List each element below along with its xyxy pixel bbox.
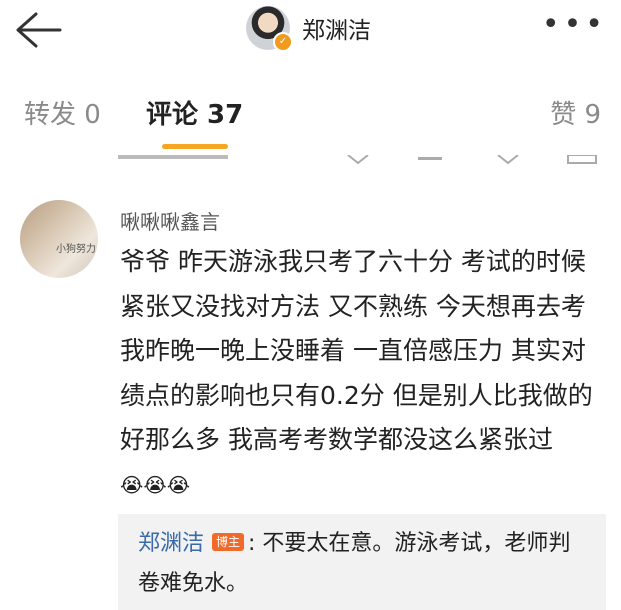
commenter-avatar[interactable]: 小狗努力 xyxy=(20,200,98,278)
top-bar: ✓ 郑渊洁 ••• xyxy=(0,0,621,66)
avatar[interactable]: ✓ xyxy=(246,6,293,52)
page-title: 郑渊洁 xyxy=(302,18,371,44)
reply-author-name[interactable]: 郑渊洁 xyxy=(138,531,204,556)
cutoff-icons xyxy=(118,154,597,164)
more-horizontal-icon[interactable]: ••• xyxy=(542,10,607,40)
avatar-caption: 小狗努力 xyxy=(56,244,96,255)
comment-text: 爷爷 昨天游泳我只考了六十分 考试的时候紧张又没找对方法 又不熟练 今天想再去考… xyxy=(120,247,593,454)
tab-repost[interactable]: 转发 0 xyxy=(24,94,101,131)
tab-comments[interactable]: 评论 37 xyxy=(146,94,243,131)
tab-likes[interactable]: 赞 9 xyxy=(550,94,601,131)
tab-bar: 转发 0 评论 37 赞 9 xyxy=(0,70,621,152)
profile-title[interactable]: ✓ 郑渊洁 xyxy=(246,4,371,52)
crying-emoji-icon: 😭😭😭 xyxy=(120,473,191,498)
verified-icon: ✓ xyxy=(273,32,293,52)
author-badge: 博主 xyxy=(212,533,245,551)
commenter-name[interactable]: 啾啾啾鑫言 xyxy=(120,206,220,235)
active-tab-indicator xyxy=(162,144,228,149)
author-reply[interactable]: 郑渊洁 博主: 不要太在意。游泳考试，老师判卷难免水。 xyxy=(118,514,606,610)
comment-body: 爷爷 昨天游泳我只考了六十分 考试的时候紧张又没找对方法 又不熟练 今天想再去考… xyxy=(120,240,600,508)
previous-comment-actions-cutoff xyxy=(0,152,621,164)
arrow-left-icon[interactable] xyxy=(12,10,64,50)
